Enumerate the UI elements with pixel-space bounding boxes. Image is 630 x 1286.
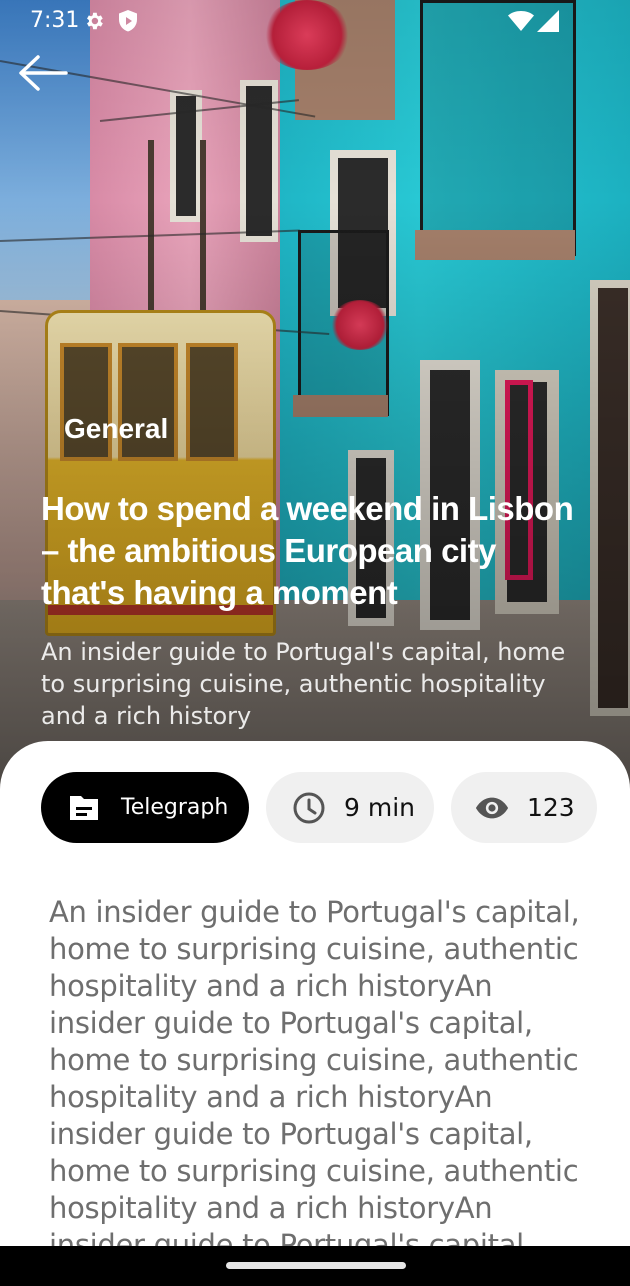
eye-icon — [475, 791, 509, 825]
article-category: General — [64, 413, 169, 444]
article-subtitle: An insider guide to Portugal's capital, … — [41, 638, 566, 730]
shield-icon — [118, 10, 138, 32]
arrow-left-icon — [16, 53, 68, 98]
source-label: Telegraph — [121, 795, 229, 820]
article-content-card: Telegraph 9 min 123 An insider guide to … — [0, 741, 630, 1286]
article-title: How to spend a weekend in Lisbon – the a… — [41, 490, 574, 611]
article-body: An insider guide to Portugal's capital, … — [49, 895, 580, 1286]
source-chip[interactable]: Telegraph — [41, 772, 249, 843]
screen: 7:31 General How to spend a weekend in L… — [0, 0, 630, 1286]
newspaper-icon — [67, 791, 101, 825]
gear-icon — [83, 10, 105, 32]
read-time-chip[interactable]: 9 min — [266, 772, 434, 843]
wifi-icon — [508, 10, 534, 32]
status-bar: 7:31 — [0, 0, 630, 44]
home-handle[interactable] — [226, 1262, 406, 1269]
gesture-navbar — [0, 1246, 630, 1286]
status-time: 7:31 — [30, 8, 80, 33]
views-chip[interactable]: 123 — [451, 772, 597, 843]
clock-icon — [292, 791, 326, 825]
back-button[interactable] — [14, 52, 70, 98]
signal-icon — [537, 10, 559, 32]
read-time-label: 9 min — [344, 793, 415, 822]
views-label: 123 — [527, 793, 575, 822]
